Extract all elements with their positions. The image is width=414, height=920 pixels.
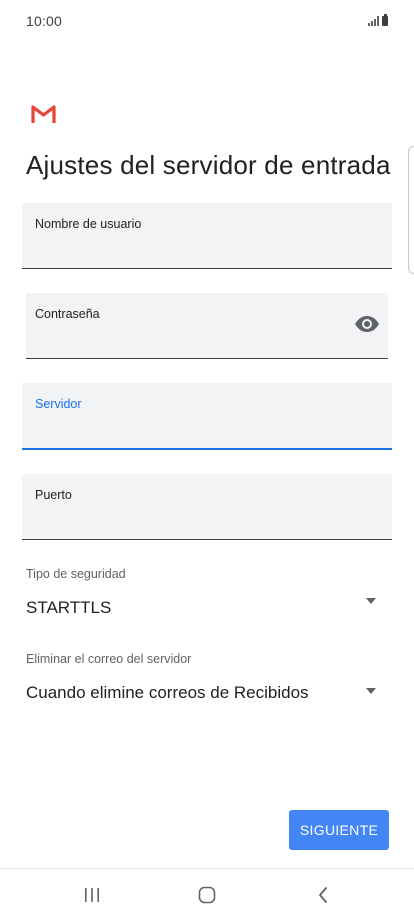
visibility-icon[interactable] [354,315,380,333]
delete-policy-value: Cuando elimine correos de Recibidos [26,683,309,702]
navigation-bar [0,868,414,920]
next-button[interactable]: SIGUIENTE [289,810,389,850]
signal-icon [368,16,379,26]
status-time: 10:00 [26,13,63,29]
delete-policy-caption: Eliminar el correo del servidor [26,652,192,666]
password-label: Contraseña [35,307,100,321]
username-input[interactable] [35,238,379,260]
username-label: Nombre de usuario [35,217,142,231]
chevron-down-icon [366,688,376,694]
port-input[interactable] [35,509,379,531]
password-field[interactable]: Contraseña [26,293,388,359]
home-icon[interactable] [192,883,222,907]
scroll-indicator[interactable] [408,146,414,274]
security-type-value: STARTTLS [26,598,112,617]
status-icons [368,14,388,26]
delete-policy-dropdown[interactable]: Cuando elimine correos de Recibidos [22,677,392,707]
port-label: Puerto [35,488,72,502]
password-input[interactable] [35,328,344,350]
chevron-down-icon [366,598,376,604]
server-field[interactable]: Servidor [22,383,392,450]
username-field[interactable]: Nombre de usuario [22,203,392,269]
security-type-caption: Tipo de seguridad [26,567,126,581]
port-field[interactable]: Puerto [22,474,392,540]
battery-icon [382,14,388,26]
server-label: Servidor [35,397,82,411]
security-type-dropdown[interactable]: STARTTLS [22,592,392,622]
back-icon[interactable] [308,883,338,907]
gmail-icon [31,105,56,123]
recents-icon[interactable] [77,883,107,907]
page-title: Ajustes del servidor de entrada [26,150,391,180]
server-input[interactable] [35,418,379,440]
